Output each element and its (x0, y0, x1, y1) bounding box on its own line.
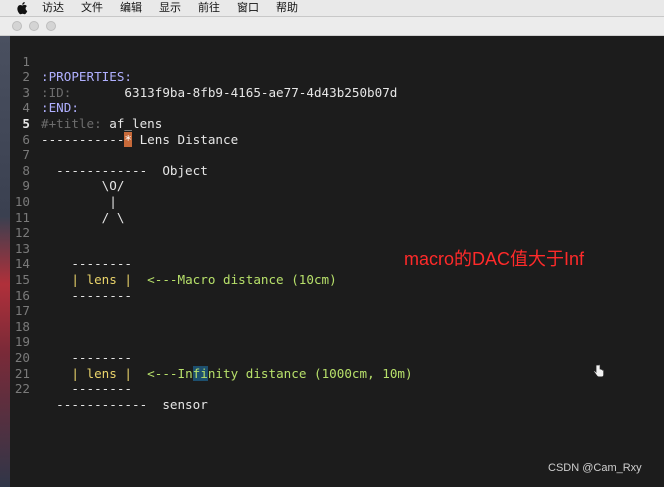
editor-line: 7 ------------ Object (10, 132, 207, 178)
editor-line-current: 5 -----------* Lens Distance (10, 100, 238, 147)
editor-line: 4 #+title: af_lens (10, 85, 162, 131)
menu-go[interactable]: 前往 (198, 0, 220, 16)
menu-file[interactable]: 文件 (81, 0, 103, 16)
title-value: af_lens (101, 115, 163, 131)
editor-line: 21 -------- (10, 350, 132, 397)
title-keyword: #+title: (41, 115, 102, 131)
menu-edit[interactable]: 编辑 (120, 0, 142, 16)
macro-distance-label: <---Macro distance (10cm) (132, 271, 337, 287)
id-key: :ID: (41, 84, 72, 100)
lens-box: | lens | (41, 365, 132, 381)
editor-line: 13 -------- (10, 225, 132, 272)
line-text: :ID: 6313f9ba-8fb9-4165-ae77-4d43b250b07… (41, 85, 397, 101)
dash-prefix: ----------- (41, 131, 125, 147)
heading-text: Lens Distance (132, 131, 239, 147)
editor-line: 12 (10, 210, 40, 240)
editor-line: 16 (10, 272, 40, 303)
line-text: ------------ sensor (41, 396, 208, 412)
line-text: | (41, 193, 117, 209)
line-text: ------------ Object (41, 162, 208, 178)
line-text: | lens | <---Infinity distance (1000cm, … (41, 365, 413, 382)
editor-line: 22 ------------ sensor (10, 366, 208, 412)
editor-line: 6 (10, 116, 40, 147)
line-text: -----------* Lens Distance (41, 131, 239, 148)
editor-line: 3 :END: (10, 69, 79, 116)
mouse-cursor-icon (593, 363, 605, 378)
apple-icon[interactable] (16, 1, 30, 15)
editor-line: 8 \O/ (10, 147, 124, 194)
line-text: -------- (41, 349, 132, 365)
infinity-label-start: <---In (132, 365, 193, 381)
menu-bar: 访达 文件 编辑 显示 前往 窗口 帮助 (0, 0, 664, 17)
text-cursor: * (124, 131, 132, 147)
close-window-button[interactable] (12, 21, 22, 31)
editor-line: 11 (10, 194, 40, 225)
menu-view[interactable]: 显示 (159, 0, 181, 16)
editor-line: 19 -------- (10, 319, 132, 365)
editor-line: 1 :PROPERTIES: (10, 38, 132, 85)
line-text: \O/ (41, 178, 125, 194)
window-titlebar (0, 17, 664, 36)
menu-window[interactable]: 窗口 (237, 0, 259, 16)
editor-line: 15 -------- (10, 256, 132, 303)
editor-line: 10 / \ (10, 178, 125, 225)
line-text: / \ (41, 209, 125, 225)
editor-line: 18 (10, 303, 40, 334)
line-text: :PROPERTIES: (41, 69, 132, 85)
line-text: :END: (41, 100, 79, 116)
zoom-window-button[interactable] (46, 21, 56, 31)
line-text: -------- (41, 381, 132, 397)
editor-line: 2 :ID: 6313f9ba-8fb9-4165-ae77-4d43b250b… (10, 54, 397, 100)
editor-line: 20 | lens | <---Infinity distance (1000c… (10, 334, 413, 381)
line-text: | lens | <---Macro distance (10cm) (41, 271, 337, 288)
menu-finder[interactable]: 访达 (42, 0, 64, 16)
id-value: 6313f9ba-8fb9-4165-ae77-4d43b250b07d (71, 84, 398, 100)
line-text: -------- (41, 256, 132, 272)
desktop-background-strip (0, 36, 10, 487)
search-highlight: fi (192, 365, 208, 381)
watermark: CSDN @Cam_Rxy (548, 462, 642, 474)
menu-help[interactable]: 帮助 (276, 0, 298, 16)
editor-line: 14 | lens | <---Macro distance (10cm) (10, 241, 337, 287)
red-annotation: macro的DAC值大于Inf (404, 249, 585, 269)
line-number: 22 (14, 381, 30, 397)
infinity-label-end: nity distance (1000cm, 10m) (207, 365, 413, 381)
editor-line: 17 (10, 288, 40, 318)
editor-line: 9 | (10, 163, 116, 209)
lens-box: | lens | (41, 271, 132, 287)
line-text: #+title: af_lens (41, 116, 162, 132)
line-text: -------- (41, 287, 132, 303)
minimize-window-button[interactable] (29, 21, 39, 31)
